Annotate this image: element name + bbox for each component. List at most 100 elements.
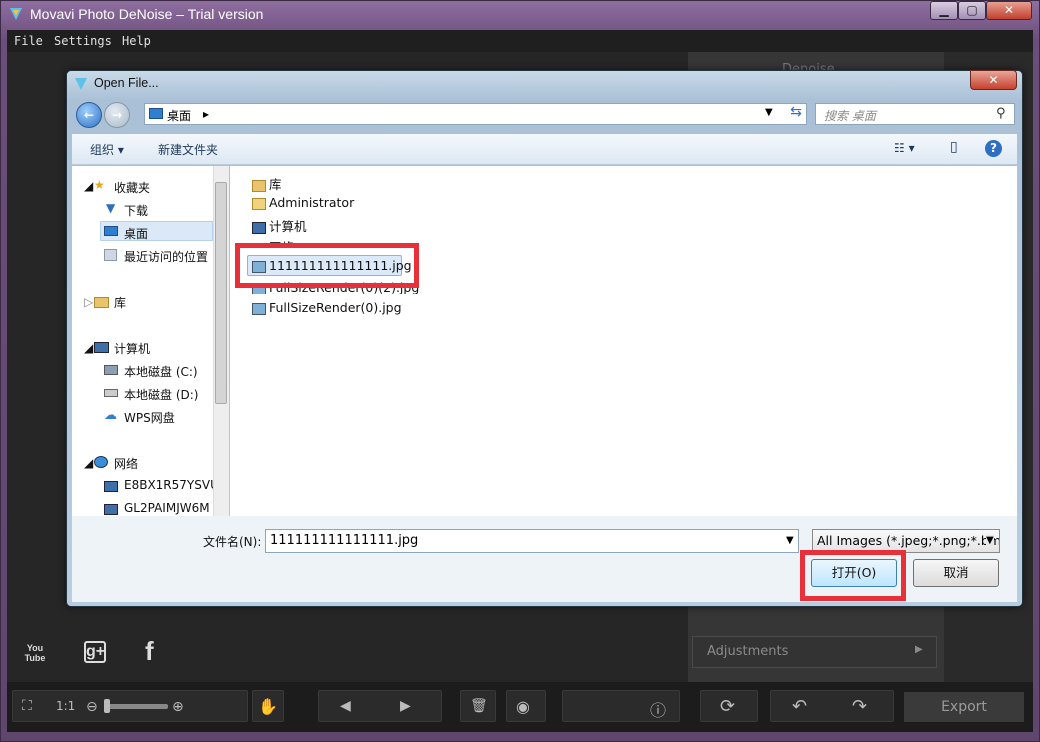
highlight-box-open — [800, 550, 906, 601]
network-icon — [94, 456, 108, 468]
filename-label: 文件名(N): — [203, 535, 262, 549]
file-name: 库 — [269, 177, 282, 192]
dialog-title: Open File... — [94, 76, 159, 90]
nav-libraries[interactable]: 库 — [114, 294, 126, 311]
list-item-administrator[interactable]: Administrator — [252, 195, 354, 210]
zoom-slider-handle[interactable] — [104, 699, 110, 713]
zoom-1to1-button[interactable]: 1:1 — [56, 699, 75, 713]
zoom-slider[interactable] — [104, 704, 168, 709]
youtube-icon[interactable]: You Tube — [24, 643, 46, 663]
history-group — [770, 690, 894, 722]
forward-button[interactable]: → — [104, 102, 130, 128]
maximize-button[interactable]: ▢ — [958, 1, 986, 20]
view-options-icon[interactable]: ☷ ▾ — [894, 141, 915, 155]
menu-settings[interactable]: Settings — [54, 34, 112, 48]
zoom-out-icon[interactable]: ⊖ — [86, 699, 98, 715]
new-folder-button[interactable]: 新建文件夹 — [158, 141, 218, 158]
close-button[interactable]: ✕ — [986, 1, 1032, 20]
nav-group — [318, 690, 442, 722]
recent-places-icon — [104, 249, 117, 261]
filename-dropdown-icon[interactable]: ▼ — [786, 535, 794, 546]
network-pc-icon — [104, 481, 118, 492]
filename-input[interactable]: 111111111111111.jpg — [265, 529, 799, 553]
preview-pane-icon[interactable]: ▯ — [950, 139, 958, 155]
nav-desktop[interactable]: 桌面 — [124, 225, 148, 242]
app-logo-icon — [8, 6, 24, 22]
facebook-icon[interactable]: f — [145, 636, 154, 667]
file-name: Administrator — [269, 195, 355, 210]
expand-arrow-icon: ▶ — [915, 644, 923, 655]
list-item-libraries[interactable]: 库 — [252, 174, 282, 193]
network-pc-icon — [104, 504, 118, 515]
trash-icon[interactable]: 🗑 — [470, 698, 488, 714]
previous-icon[interactable]: ◀ — [340, 698, 351, 714]
info-icon[interactable]: ⓘ — [650, 697, 666, 721]
minimize-button[interactable]: ▁ — [930, 1, 958, 20]
rotate-icon[interactable]: ⟳ — [720, 696, 735, 717]
expand-favorites-icon[interactable]: ◢ — [84, 179, 93, 193]
user-folder-icon — [252, 197, 266, 210]
adjustments-section[interactable]: Adjustments ▶ — [692, 636, 937, 668]
address-chevron-icon[interactable]: ▸ — [203, 107, 209, 121]
file-name: FullSizeRender(0).jpg — [269, 300, 402, 315]
back-button[interactable]: ← — [76, 102, 102, 128]
address-text: 桌面 — [167, 109, 192, 123]
undo-icon[interactable]: ↶ — [792, 696, 807, 717]
nav-wps[interactable]: WPS网盘 — [124, 409, 175, 426]
menu-file[interactable]: File — [14, 34, 43, 48]
refresh-icon[interactable]: ⇆ — [785, 104, 807, 124]
search-icon[interactable]: ⚲ — [996, 106, 1006, 121]
file-name: 计算机 — [269, 219, 307, 234]
nav-net-pc-2[interactable]: GL2PAIMJW6M — [124, 501, 210, 515]
export-button[interactable]: Export — [904, 692, 1024, 722]
nav-network[interactable]: 网络 — [114, 455, 138, 472]
redo-icon[interactable]: ↷ — [852, 696, 867, 717]
nav-downloads[interactable]: 下载 — [124, 202, 148, 219]
computer-icon — [252, 221, 266, 234]
dialog-logo-icon — [74, 77, 88, 91]
filter-dropdown-icon[interactable]: ▼ — [986, 535, 994, 546]
list-item-fullsize[interactable]: FullSizeRender(0).jpg — [252, 300, 402, 315]
cancel-button[interactable]: 取消 — [913, 559, 999, 587]
nav-recent[interactable]: 最近访问的位置 — [124, 248, 208, 265]
organize-button[interactable]: 组织 ▾ — [90, 141, 124, 158]
cloud-icon: ☁ — [104, 408, 117, 423]
computer-icon — [94, 342, 109, 353]
address-bar[interactable]: 桌面 ▸ ▼ — [144, 103, 807, 125]
search-input[interactable]: 搜索 桌面 — [815, 103, 1015, 125]
list-item-computer[interactable]: 计算机 — [252, 216, 307, 235]
zoom-in-icon[interactable]: ⊕ — [172, 699, 184, 715]
google-plus-icon[interactable]: g+ — [84, 641, 106, 663]
nav-drive-c[interactable]: 本地磁盘 (C:) — [124, 363, 198, 380]
desktop-icon — [149, 108, 163, 119]
expand-network-icon[interactable]: ◢ — [84, 456, 93, 470]
desktop-icon — [104, 226, 118, 236]
nav-scroll-thumb[interactable] — [215, 182, 227, 404]
next-icon[interactable]: ▶ — [400, 698, 411, 714]
dialog-close-button[interactable]: ✕ — [970, 70, 1017, 90]
hand-tool-icon[interactable]: ✋ — [258, 697, 278, 716]
nav-drive-d[interactable]: 本地磁盘 (D:) — [124, 386, 198, 403]
adjustments-label: Adjustments — [707, 644, 789, 659]
fit-screen-icon[interactable]: ⛶ — [22, 698, 32, 714]
highlight-box-file — [235, 243, 419, 288]
nav-computer[interactable]: 计算机 — [114, 340, 150, 357]
nav-net-pc-1[interactable]: E8BX1R57YSVU — [124, 478, 219, 492]
expand-libraries-icon[interactable]: ▷ — [84, 295, 93, 309]
folder-icon — [252, 179, 266, 192]
address-dropdown-icon[interactable]: ▼ — [765, 107, 773, 118]
drive-d-icon — [104, 389, 118, 397]
title-bar: Movavi Photo DeNoise – Trial version ▁ ▢… — [0, 0, 1040, 28]
drive-c-icon — [104, 365, 118, 375]
file-type-filter-label: All Images (*.jpeg;*.png;*.bmp — [817, 533, 1000, 548]
nav-favorites[interactable]: 收藏夹 — [114, 179, 150, 196]
eye-icon[interactable]: ◉ — [516, 697, 530, 716]
help-icon[interactable]: ? — [985, 140, 1002, 157]
image-file-icon — [252, 302, 266, 315]
download-folder-icon: ▼ — [106, 201, 116, 215]
expand-computer-icon[interactable]: ◢ — [84, 341, 93, 355]
star-icon: ★ — [94, 178, 105, 192]
window-title: Movavi Photo DeNoise – Trial version — [30, 6, 264, 22]
file-list — [230, 166, 1017, 516]
menu-help[interactable]: Help — [122, 34, 151, 48]
